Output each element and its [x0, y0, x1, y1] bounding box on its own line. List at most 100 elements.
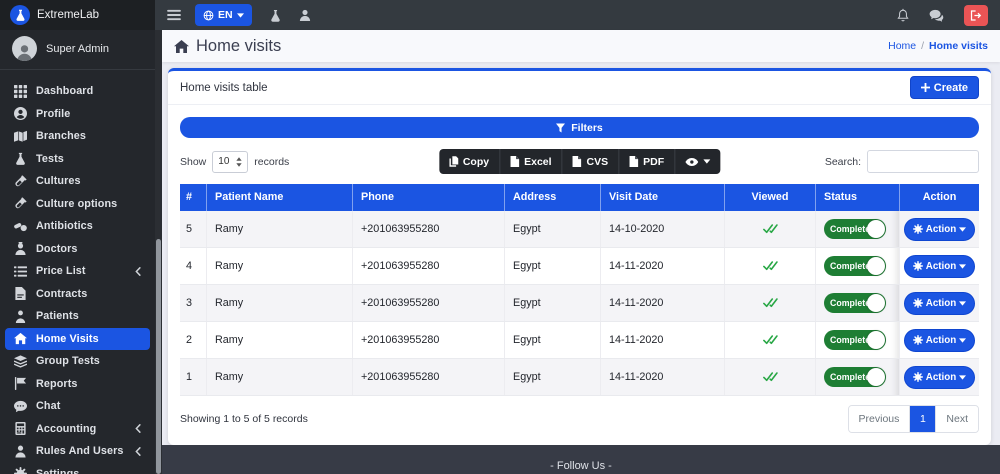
sidebar-item-reports[interactable]: Reports [5, 373, 150, 396]
export-pdf-button[interactable]: PDF [619, 149, 675, 174]
column-header-#[interactable]: # [180, 184, 207, 211]
chevron-left-icon [135, 267, 141, 276]
sidebar-item-home-visits[interactable]: Home Visits [5, 328, 150, 351]
column-visibility-button[interactable] [675, 149, 720, 174]
gear-icon [14, 467, 27, 474]
gear-icon [913, 261, 923, 271]
column-header-action[interactable]: Action [900, 184, 979, 211]
lab-tests-icon[interactable] [270, 9, 281, 22]
row-action-button[interactable]: Action [904, 218, 975, 241]
sidebar-item-branches[interactable]: Branches [5, 125, 150, 148]
status-toggle[interactable]: Completed [824, 219, 886, 239]
records-summary: Showing 1 to 5 of 5 records [180, 413, 308, 425]
sidebar-item-tests[interactable]: Tests [5, 148, 150, 171]
export-cvs-button[interactable]: CVS [563, 149, 620, 174]
sidebar-item-cultures[interactable]: Cultures [5, 170, 150, 193]
status-toggle[interactable]: Completed [824, 256, 886, 276]
row-action-button[interactable]: Action [904, 292, 975, 315]
records-label: records [254, 156, 289, 168]
sidebar-item-patients[interactable]: Patients [5, 305, 150, 328]
pagination-page-1[interactable]: 1 [910, 406, 936, 432]
cell-phone: +201063955280 [353, 248, 505, 284]
export-copy-button[interactable]: Copy [439, 149, 500, 174]
page-size-control: Show 10 records [180, 151, 289, 173]
show-label: Show [180, 156, 206, 168]
sidebar-scrollbar[interactable] [155, 30, 162, 474]
caret-down-icon [959, 264, 966, 269]
sidebar-item-group-tests[interactable]: Group Tests [5, 350, 150, 373]
status-toggle[interactable]: Completed [824, 293, 886, 313]
brand[interactable]: ExtremeLab [0, 0, 155, 30]
action-label: Action [926, 298, 956, 309]
caret-down-icon [237, 13, 244, 18]
sidebar-item-chat[interactable]: Chat [5, 395, 150, 418]
sign-out-icon [970, 10, 982, 21]
sidebar-scrollbar-thumb[interactable] [156, 239, 161, 474]
sidebar-item-culture-options[interactable]: Culture options [5, 193, 150, 216]
filters-button[interactable]: Filters [180, 117, 979, 138]
action-label: Action [926, 261, 956, 272]
logout-button[interactable] [964, 5, 988, 26]
row-action-button[interactable]: Action [904, 366, 975, 389]
sidebar-item-doctors[interactable]: Doctors [5, 238, 150, 261]
sidebar-item-profile[interactable]: Profile [5, 103, 150, 126]
page-size-select[interactable]: 10 [212, 151, 248, 173]
breadcrumb-current[interactable]: Home visits [929, 40, 988, 52]
sidebar-item-antibiotics[interactable]: Antibiotics [5, 215, 150, 238]
user-box[interactable]: Super Admin [0, 30, 155, 70]
profile-shortcut-icon[interactable] [299, 9, 311, 21]
chevron-left-icon [135, 447, 141, 456]
pagination-next[interactable]: Next [936, 406, 978, 432]
cell-action: Action [900, 285, 979, 321]
menu-toggle-icon[interactable] [167, 9, 181, 21]
breadcrumb-home-link[interactable]: Home [888, 40, 916, 52]
cell-viewed [725, 248, 816, 284]
column-header-visit-date[interactable]: Visit Date [601, 184, 725, 211]
user-circle-icon [14, 107, 27, 120]
vial-icon [14, 197, 27, 210]
page-header: Home visits Home / Home visits [162, 30, 1000, 62]
check-double-icon [763, 298, 778, 308]
search-input[interactable] [867, 150, 979, 173]
column-header-viewed[interactable]: Viewed [725, 184, 816, 211]
card-header: Home visits table Create [168, 71, 991, 105]
export-excel-button[interactable]: Excel [500, 149, 562, 174]
create-button[interactable]: Create [910, 76, 979, 99]
contract-icon [14, 287, 27, 300]
table-header-row: #Patient NamePhoneAddressVisit DateViewe… [180, 184, 979, 211]
cell-action: Action [900, 211, 979, 247]
column-header-patient-name[interactable]: Patient Name [207, 184, 353, 211]
status-toggle[interactable]: Completed [824, 367, 886, 387]
status-toggle[interactable]: Completed [824, 330, 886, 350]
pagination-previous[interactable]: Previous [849, 406, 911, 432]
doctor-icon [14, 242, 27, 255]
toggle-knob [867, 294, 885, 312]
export-label: CVS [587, 156, 609, 168]
sidebar-item-label: Rules And Users [36, 445, 124, 457]
sidebar-item-dashboard[interactable]: Dashboard [5, 80, 150, 103]
column-header-address[interactable]: Address [505, 184, 601, 211]
list-icon [14, 265, 27, 278]
sidebar-item-contracts[interactable]: Contracts [5, 283, 150, 306]
sidebar-item-price-list[interactable]: Price List [5, 260, 150, 283]
messages-icon[interactable] [929, 9, 944, 22]
row-action-button[interactable]: Action [904, 255, 975, 278]
row-action-button[interactable]: Action [904, 329, 975, 352]
home-visits-card: Home visits table Create Filters Show 10 [168, 68, 991, 445]
vial-icon [14, 175, 27, 188]
sidebar-item-rules-and-users[interactable]: Rules And Users [5, 440, 150, 463]
breadcrumb-separator: / [921, 40, 924, 52]
table-row: 5Ramy+201063955280Egypt14-10-2020Complet… [180, 211, 979, 248]
column-header-phone[interactable]: Phone [353, 184, 505, 211]
brand-name: ExtremeLab [37, 9, 99, 21]
language-dropdown[interactable]: EN [195, 4, 252, 26]
sidebar-item-settings[interactable]: Settings [5, 463, 150, 474]
caret-down-icon [959, 301, 966, 306]
cell-phone: +201063955280 [353, 285, 505, 321]
table-body: 5Ramy+201063955280Egypt14-10-2020Complet… [180, 211, 979, 396]
column-header-status[interactable]: Status [816, 184, 900, 211]
sidebar-item-label: Settings [36, 468, 79, 474]
notifications-bell-icon[interactable] [897, 8, 909, 22]
sidebar-item-accounting[interactable]: Accounting [5, 418, 150, 441]
cell-patient-name: Ramy [207, 248, 353, 284]
